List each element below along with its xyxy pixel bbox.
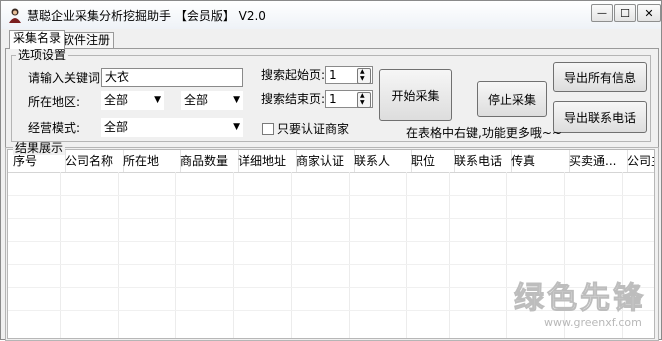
column-header-phone[interactable]: 联系电话 — [449, 150, 512, 172]
grid-line — [175, 172, 176, 338]
chevron-down-icon: ▼ — [154, 95, 161, 105]
start-page-label: 搜索起始页: — [261, 68, 326, 82]
tab-collect[interactable]: 采集名录 — [9, 30, 66, 49]
end-page-value: 1 — [329, 92, 337, 106]
column-header-contact[interactable]: 联系人 — [349, 150, 412, 172]
export-all-button[interactable]: 导出所有信息 — [553, 62, 647, 92]
export-all-label: 导出所有信息 — [563, 70, 636, 85]
spin-arrows-icon[interactable]: ▲ ▼ — [357, 92, 371, 108]
window-title: 慧聪企业采集分析挖掘助手 【会员版】 V2.0 — [27, 9, 266, 23]
start-page-value: 1 — [329, 68, 337, 82]
grid-line — [406, 172, 407, 338]
keyword-label: 请输入关键词: — [28, 71, 105, 85]
tab-collect-label: 采集名录 — [13, 31, 62, 45]
column-header-company[interactable]: 公司名称 — [60, 150, 124, 172]
grid-line — [118, 172, 119, 338]
stop-collect-label: 停止采集 — [487, 92, 536, 107]
grid-line — [8, 264, 654, 265]
maximize-button[interactable]: ☐ — [614, 4, 636, 22]
export-phone-button[interactable]: 导出联系电话 — [553, 101, 647, 133]
grid-line — [8, 241, 654, 242]
app-logo-icon — [9, 8, 21, 23]
province-value: 全部 — [104, 93, 129, 107]
column-header-location[interactable]: 所在地 — [118, 150, 181, 172]
hint-text: 在表格中右键,功能更多哦~~ — [406, 126, 562, 140]
table-header: 序号 公司名称 所在地 商品数量 详细地址 商家认证 联系人 职位 联系电话 传… — [8, 150, 654, 173]
mode-select[interactable]: 全部 ▼ — [101, 118, 243, 137]
column-header-certification[interactable]: 商家认证 — [291, 150, 355, 172]
minimize-button[interactable]: — — [591, 4, 613, 22]
verified-only-label: 只要认证商家 — [277, 122, 350, 136]
grid-line — [60, 172, 61, 338]
tab-register[interactable]: 软件注册 — [58, 32, 115, 48]
start-page-spinner[interactable]: 1 ▲ ▼ — [325, 66, 373, 84]
grid-line — [506, 172, 507, 338]
options-group-title: 选项设置 — [16, 48, 69, 62]
chevron-down-icon: ▼ — [233, 95, 240, 105]
region-label: 所在地区: — [28, 95, 81, 109]
column-header-fax[interactable]: 传真 — [506, 150, 570, 172]
mode-value: 全部 — [104, 120, 129, 134]
maximize-icon: ☐ — [620, 6, 630, 20]
stop-collect-button[interactable]: 停止采集 — [477, 81, 547, 117]
column-header-trade[interactable]: 买卖通... — [564, 150, 628, 172]
column-header-product-count[interactable]: 商品数量 — [175, 150, 239, 172]
mode-label: 经营模式: — [28, 121, 81, 135]
province-select[interactable]: 全部 ▼ — [101, 91, 164, 110]
close-button[interactable]: ✕ — [637, 4, 661, 22]
close-icon: ✕ — [644, 6, 654, 20]
end-page-spinner[interactable]: 1 ▲ ▼ — [325, 90, 373, 108]
end-page-label: 搜索结束页: — [261, 92, 326, 106]
start-collect-label: 开始采集 — [391, 88, 440, 103]
watermark-text: 绿色先锋 — [514, 281, 646, 317]
grid-line — [8, 195, 654, 196]
verified-only-checkbox[interactable] — [262, 123, 274, 135]
column-header-position[interactable]: 职位 — [406, 150, 455, 172]
keyword-input[interactable]: 大衣 — [101, 68, 243, 87]
title-bar: 慧聪企业采集分析挖掘助手 【会员版】 V2.0 — ☐ ✕ — [1, 1, 661, 29]
column-header-business[interactable]: 公司主 — [622, 150, 654, 172]
grid-line — [233, 172, 234, 338]
column-header-address[interactable]: 详细地址 — [233, 150, 297, 172]
watermark-logo: 绿色先锋 www.greenxf.com — [514, 281, 662, 339]
export-phone-label: 导出联系电话 — [563, 110, 636, 125]
grid-line — [8, 218, 654, 219]
start-collect-button[interactable]: 开始采集 — [379, 69, 452, 121]
city-select[interactable]: 全部 ▼ — [181, 91, 243, 110]
results-group-title: 结果展示 — [13, 141, 66, 155]
city-value: 全部 — [184, 93, 209, 107]
spin-arrows-icon[interactable]: ▲ ▼ — [357, 68, 371, 84]
watermark-url: www.greenxf.com — [544, 316, 642, 329]
minimize-icon: — — [597, 7, 607, 19]
grid-line — [291, 172, 292, 338]
tab-register-label: 软件注册 — [62, 33, 111, 47]
grid-line — [349, 172, 350, 338]
chevron-down-icon: ▼ — [233, 122, 240, 132]
grid-line — [449, 172, 450, 338]
